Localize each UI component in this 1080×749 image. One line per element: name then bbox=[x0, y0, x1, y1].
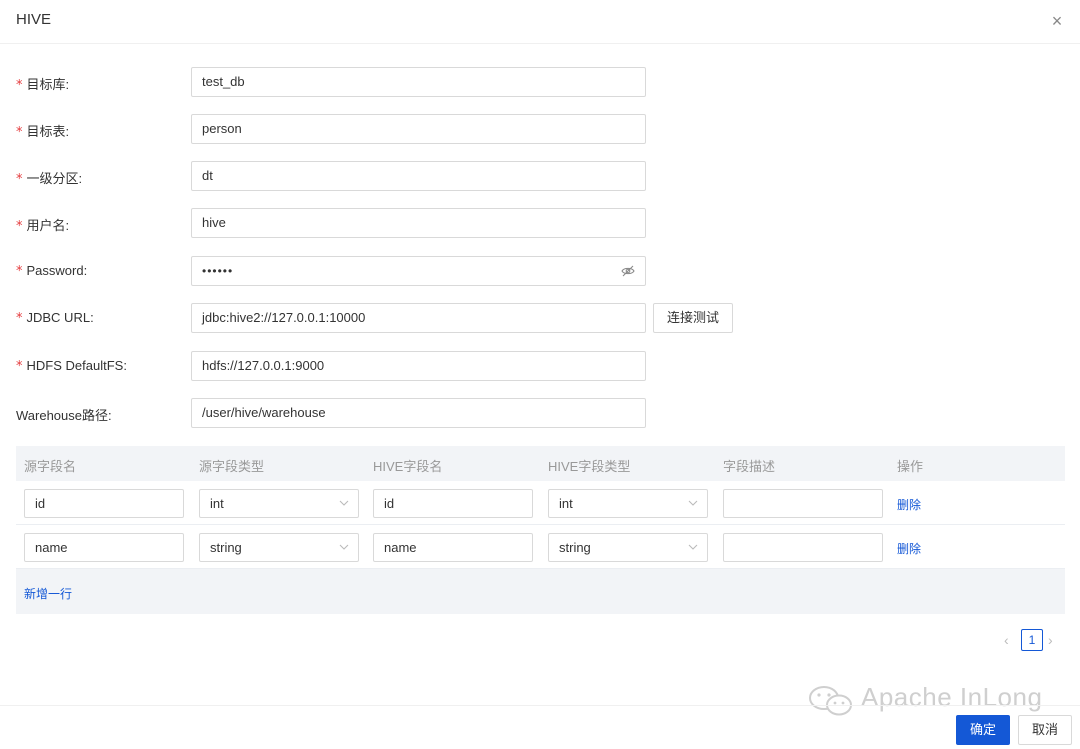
chevron-down-icon bbox=[688, 544, 698, 550]
chevron-down-icon bbox=[339, 544, 349, 550]
source-field-type-select[interactable]: string bbox=[199, 533, 359, 562]
required-mark: * bbox=[16, 78, 23, 93]
hive-field-type-select[interactable]: int bbox=[548, 489, 708, 518]
source-field-name-input[interactable]: id bbox=[24, 489, 184, 518]
chevron-down-icon bbox=[339, 500, 349, 506]
hdfs-input[interactable]: hdfs://127.0.0.1:9000 bbox=[191, 351, 646, 381]
modal-header: HIVE × bbox=[0, 0, 1080, 44]
delete-row-link[interactable]: 删除 bbox=[897, 540, 921, 557]
select-value: int bbox=[559, 496, 573, 511]
column-header: 字段描述 bbox=[723, 459, 776, 474]
target-db-input[interactable]: test_db bbox=[191, 67, 646, 97]
password-input[interactable]: •••••• bbox=[191, 256, 646, 286]
jdbc-url-input[interactable]: jdbc:hive2://127.0.0.1:10000 bbox=[191, 303, 646, 333]
field-mapping-table: 源字段名 源字段类型 HIVE字段名 HIVE字段类型 字段描述 操作 id i… bbox=[16, 446, 1065, 614]
label-colon: : bbox=[65, 218, 70, 233]
partition-label: 一级分区 bbox=[26, 171, 79, 186]
column-header: 源字段名 bbox=[24, 459, 77, 474]
label-colon: : bbox=[90, 310, 94, 325]
password-label: Password bbox=[26, 263, 84, 278]
prev-page-icon[interactable]: ‹ bbox=[1004, 629, 1009, 651]
modal-title: HIVE bbox=[16, 11, 52, 28]
username-label: 用户名 bbox=[26, 218, 66, 233]
source-field-name-input[interactable]: name bbox=[24, 533, 184, 562]
next-page-icon[interactable]: › bbox=[1048, 629, 1053, 651]
footer-divider bbox=[0, 705, 1080, 706]
target-table-input[interactable]: person bbox=[191, 114, 646, 144]
column-header: HIVE字段类型 bbox=[548, 459, 631, 474]
add-row-bar: 新增一行 bbox=[16, 569, 1065, 614]
form-row-hdfs: * HDFS DefaultFS: hdfs://127.0.0.1:9000 bbox=[0, 351, 1080, 381]
field-description-input[interactable] bbox=[723, 489, 883, 518]
form-label: * Password: bbox=[16, 263, 87, 279]
required-mark: * bbox=[16, 359, 23, 374]
form-row-warehouse: Warehouse路径: /user/hive/warehouse bbox=[0, 398, 1080, 428]
column-header: 源字段类型 bbox=[199, 459, 265, 474]
warehouse-label: Warehouse路径 bbox=[16, 408, 108, 423]
confirm-button[interactable]: 确定 bbox=[956, 715, 1010, 745]
select-value: string bbox=[210, 540, 242, 555]
form-row-password: * Password: •••••• bbox=[0, 256, 1080, 286]
label-colon: : bbox=[108, 408, 112, 423]
form-row-jdbc-url: * JDBC URL: jdbc:hive2://127.0.0.1:10000 … bbox=[0, 303, 1080, 333]
hdfs-label: HDFS DefaultFS bbox=[26, 358, 124, 373]
field-description-input[interactable] bbox=[723, 533, 883, 562]
label-colon: : bbox=[78, 171, 83, 186]
required-mark: * bbox=[16, 172, 23, 187]
required-mark: * bbox=[16, 219, 23, 234]
add-row-link[interactable]: 新增一行 bbox=[24, 585, 72, 602]
label-colon: : bbox=[65, 77, 70, 92]
hive-field-name-input[interactable]: name bbox=[373, 533, 533, 562]
label-colon: : bbox=[83, 263, 88, 278]
hive-field-name-input[interactable]: id bbox=[373, 489, 533, 518]
wechat-icon bbox=[809, 686, 852, 716]
watermark-text: Apache InLong bbox=[861, 682, 1043, 712]
hive-field-type-select[interactable]: string bbox=[548, 533, 708, 562]
form-row-username: * 用户名: hive bbox=[0, 208, 1080, 238]
delete-row-link[interactable]: 删除 bbox=[897, 496, 921, 513]
partition-input[interactable]: dt bbox=[191, 161, 646, 191]
label-colon: : bbox=[65, 124, 70, 139]
required-mark: * bbox=[16, 311, 23, 326]
form-label: * HDFS DefaultFS: bbox=[16, 358, 127, 374]
form-row-partition: * 一级分区: dt bbox=[0, 161, 1080, 191]
test-connection-button[interactable]: 连接测试 bbox=[653, 303, 733, 333]
form-label: * JDBC URL: bbox=[16, 310, 94, 326]
select-value: int bbox=[210, 496, 224, 511]
column-header: HIVE字段名 bbox=[373, 459, 443, 474]
label-colon: : bbox=[123, 358, 127, 373]
form-label: Warehouse路径: bbox=[16, 405, 112, 424]
chevron-down-icon bbox=[688, 500, 698, 506]
close-icon[interactable]: × bbox=[1046, 10, 1068, 32]
table-header: 源字段名 源字段类型 HIVE字段名 HIVE字段类型 字段描述 操作 bbox=[16, 446, 1065, 481]
jdbc-url-label: JDBC URL bbox=[26, 310, 91, 325]
table-row: name string name string 删除 bbox=[16, 525, 1065, 569]
cancel-button[interactable]: 取消 bbox=[1018, 715, 1072, 745]
required-mark: * bbox=[16, 125, 23, 140]
target-table-label: 目标表 bbox=[26, 124, 66, 139]
form-label: * 目标表: bbox=[16, 121, 69, 140]
select-value: string bbox=[559, 540, 591, 555]
table-row: id int id int 删除 bbox=[16, 481, 1065, 525]
page-1-button[interactable]: 1 bbox=[1021, 629, 1043, 651]
source-field-type-select[interactable]: int bbox=[199, 489, 359, 518]
form-label: * 目标库: bbox=[16, 74, 69, 93]
password-value: •••••• bbox=[202, 264, 234, 278]
form-label: * 一级分区: bbox=[16, 168, 82, 187]
form-label: * 用户名: bbox=[16, 215, 69, 234]
warehouse-input[interactable]: /user/hive/warehouse bbox=[191, 398, 646, 428]
eye-off-icon[interactable] bbox=[621, 265, 635, 277]
required-mark: * bbox=[16, 264, 23, 279]
target-db-label: 目标库 bbox=[26, 77, 66, 92]
username-input[interactable]: hive bbox=[191, 208, 646, 238]
form-row-target-table: * 目标表: person bbox=[0, 114, 1080, 144]
form-row-target-db: * 目标库: test_db bbox=[0, 67, 1080, 97]
column-header: 操作 bbox=[897, 459, 924, 474]
